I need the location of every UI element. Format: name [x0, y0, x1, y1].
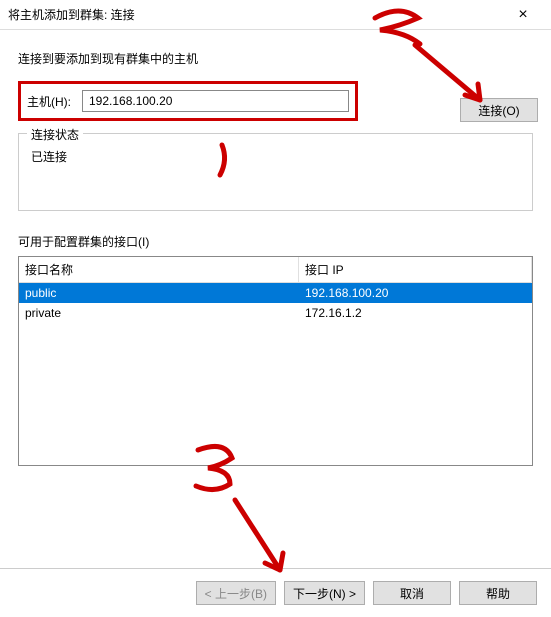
titlebar: 将主机添加到群集: 连接 ×	[0, 0, 551, 30]
host-label: 主机(H):	[27, 93, 82, 110]
cell-name: private	[19, 303, 299, 323]
table-row[interactable]: private 172.16.1.2	[19, 303, 532, 323]
cell-ip: 192.168.100.20	[299, 283, 532, 303]
connection-status-group: 连接状态 已连接	[18, 133, 533, 211]
back-button: < 上一步(B)	[196, 581, 276, 605]
column-header-ip[interactable]: 接口 IP	[299, 257, 532, 282]
dialog-content: 连接到要添加到现有群集中的主机 主机(H): 连接(O) 连接状态 已连接 可用…	[0, 30, 551, 466]
dialog-footer: < 上一步(B) 下一步(N) > 取消 帮助	[0, 568, 551, 617]
connect-button[interactable]: 连接(O)	[460, 98, 538, 122]
description-text: 连接到要添加到现有群集中的主机	[18, 50, 533, 67]
table-header: 接口名称 接口 IP	[19, 257, 532, 283]
interfaces-label: 可用于配置群集的接口(I)	[18, 233, 533, 250]
next-button[interactable]: 下一步(N) >	[284, 581, 365, 605]
cell-ip: 172.16.1.2	[299, 303, 532, 323]
cell-name: public	[19, 283, 299, 303]
column-header-name[interactable]: 接口名称	[19, 257, 299, 282]
connection-status-text: 已连接	[29, 144, 522, 169]
window-title: 将主机添加到群集: 连接	[8, 6, 503, 23]
table-row[interactable]: public 192.168.100.20	[19, 283, 532, 303]
host-row: 主机(H):	[18, 81, 358, 121]
cancel-button[interactable]: 取消	[373, 581, 451, 605]
close-icon[interactable]: ×	[503, 6, 543, 24]
host-input[interactable]	[82, 90, 349, 112]
connection-status-legend: 连接状态	[27, 126, 83, 143]
help-button[interactable]: 帮助	[459, 581, 537, 605]
interfaces-table: 接口名称 接口 IP public 192.168.100.20 private…	[18, 256, 533, 466]
